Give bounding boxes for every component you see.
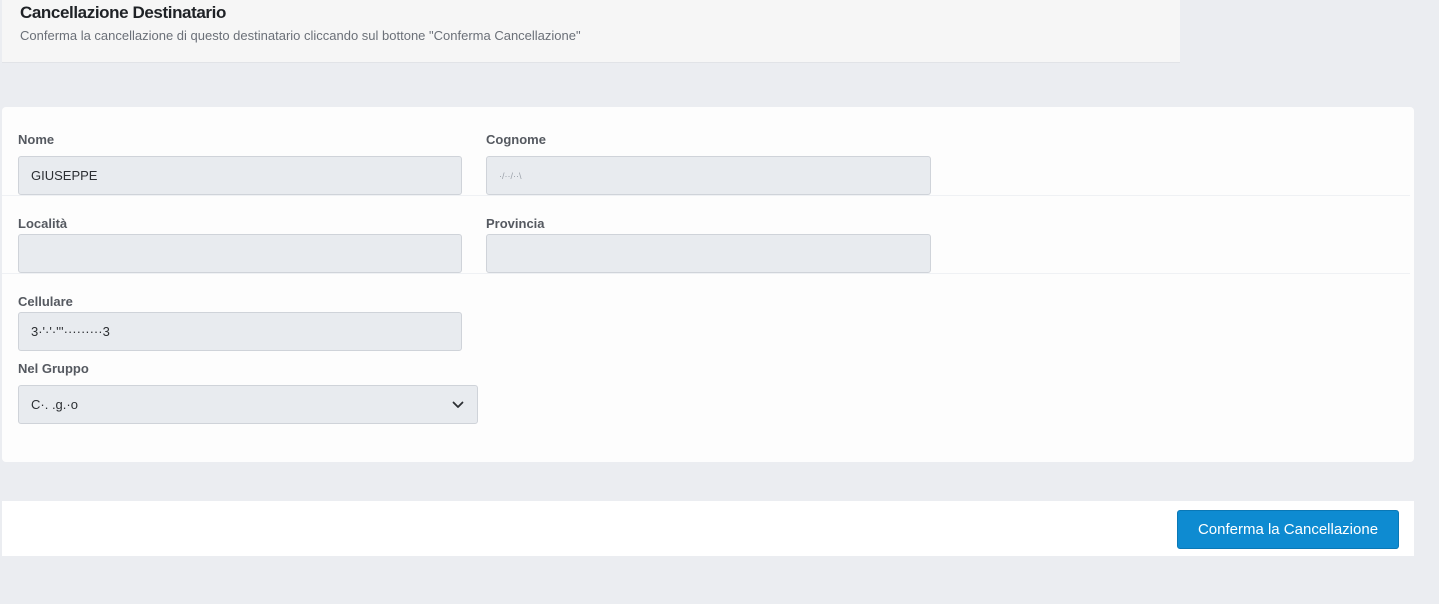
cellulare-value: 3·'·'·'''·········3 bbox=[31, 324, 110, 339]
cellulare-field[interactable]: 3·'·'·'''·········3 bbox=[18, 312, 462, 351]
gruppo-select[interactable]: C·. .g.·o bbox=[18, 385, 478, 424]
chevron-down-icon bbox=[451, 398, 465, 412]
cognome-value: ·/··/··\ bbox=[499, 170, 522, 181]
nome-field[interactable]: GIUSEPPE bbox=[18, 156, 462, 195]
page-title: Cancellazione Destinatario bbox=[20, 3, 226, 22]
gruppo-value: C·. .g.·o bbox=[31, 397, 78, 412]
form-actions: Conferma la Cancellazione bbox=[2, 501, 1414, 556]
localita-label: Località bbox=[18, 216, 68, 231]
nome-label: Nome bbox=[18, 132, 55, 147]
page-subtitle: Conferma la cancellazione di questo dest… bbox=[20, 28, 581, 43]
page-header: Cancellazione Destinatario Conferma la c… bbox=[2, 0, 1180, 63]
row-divider bbox=[2, 195, 1410, 196]
cellulare-label: Cellulare bbox=[18, 294, 73, 309]
localita-field[interactable] bbox=[18, 234, 462, 273]
nome-value: GIUSEPPE bbox=[31, 168, 98, 183]
cognome-label: Cognome bbox=[486, 132, 546, 147]
row-divider bbox=[2, 273, 1410, 274]
recipient-form-card: Nome GIUSEPPE Cognome ·/··/··\ Località … bbox=[2, 107, 1414, 462]
provincia-field[interactable] bbox=[486, 234, 931, 273]
confirm-delete-button[interactable]: Conferma la Cancellazione bbox=[1177, 510, 1399, 549]
cognome-field[interactable]: ·/··/··\ bbox=[486, 156, 931, 195]
provincia-label: Provincia bbox=[486, 216, 545, 231]
gruppo-label: Nel Gruppo bbox=[18, 361, 89, 376]
